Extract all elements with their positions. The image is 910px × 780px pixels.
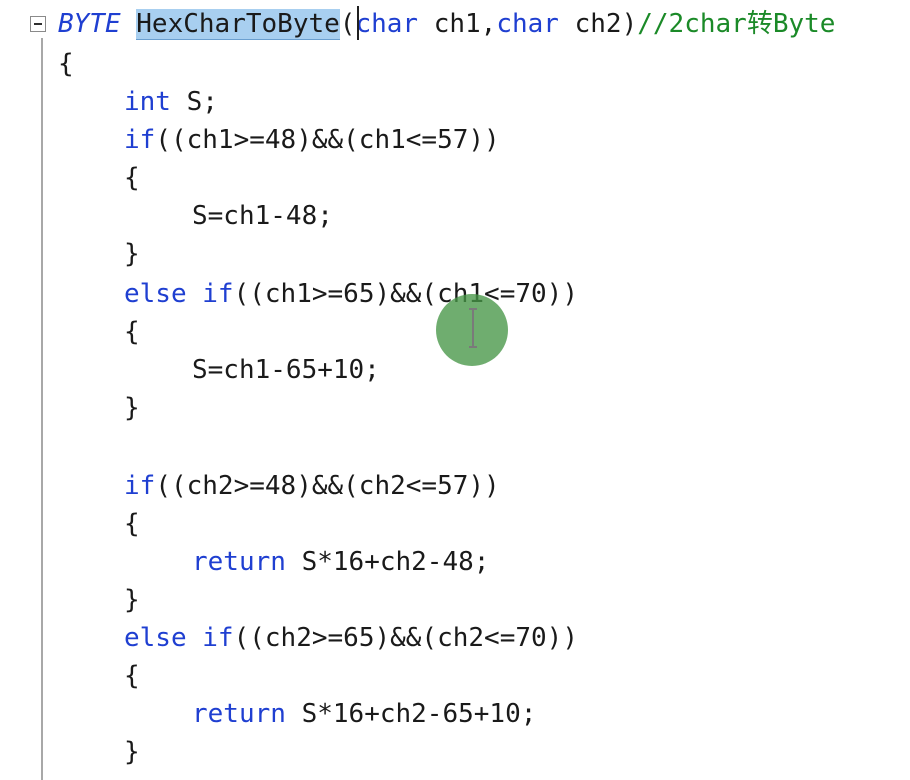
code-token: } bbox=[124, 393, 140, 423]
code-line[interactable]: } bbox=[124, 390, 140, 426]
code-token: S*16+ch2-48; bbox=[285, 547, 490, 577]
code-token: ch2) bbox=[558, 9, 638, 39]
keyword-token: char bbox=[355, 9, 419, 39]
text-caret bbox=[357, 6, 359, 40]
code-token: ch1, bbox=[418, 9, 497, 39]
code-line[interactable]: S=ch1-65+10; bbox=[192, 352, 380, 388]
code-token: ((ch2>=65)&&(ch2<=70)) bbox=[233, 623, 578, 653]
code-line[interactable]: } bbox=[124, 582, 140, 618]
code-line[interactable]: S=ch1-48; bbox=[192, 198, 333, 234]
code-line[interactable]: int S; bbox=[124, 84, 218, 120]
code-line[interactable]: if((ch1>=48)&&(ch1<=57)) bbox=[124, 122, 500, 158]
keyword-token: return bbox=[192, 547, 286, 577]
code-token: ((ch2>=48)&&(ch2<=57)) bbox=[155, 471, 500, 501]
code-token: S; bbox=[170, 87, 218, 117]
code-token: S=ch1-65+10; bbox=[192, 355, 380, 385]
keyword-token: return bbox=[192, 699, 286, 729]
code-line[interactable]: } bbox=[124, 236, 140, 272]
code-line[interactable]: { bbox=[124, 160, 140, 196]
keyword-token: if bbox=[124, 125, 156, 155]
code-token: S*16+ch2-65+10; bbox=[285, 699, 537, 729]
keyword-token: if bbox=[124, 471, 156, 501]
code-line[interactable]: BYTE HexCharToByte(char ch1,char ch2)//2… bbox=[58, 6, 835, 42]
code-token: { bbox=[58, 49, 74, 79]
keyword-token: if bbox=[202, 279, 234, 309]
code-token: { bbox=[124, 163, 140, 193]
code-token: ((ch1>=48)&&(ch1<=57)) bbox=[155, 125, 500, 155]
code-token: } bbox=[124, 737, 140, 767]
code-line[interactable]: { bbox=[124, 506, 140, 542]
keyword-token: else bbox=[124, 623, 187, 653]
code-editor[interactable]: BYTE HexCharToByte(char ch1,char ch2)//2… bbox=[0, 0, 910, 780]
keyword-token: else bbox=[124, 279, 187, 309]
code-token: S=ch1-48; bbox=[192, 201, 333, 231]
selected-identifier: HexCharToByte bbox=[136, 9, 340, 40]
code-line[interactable]: return S*16+ch2-65+10; bbox=[192, 696, 536, 732]
comment-token: //2char转Byte bbox=[637, 9, 836, 39]
code-token: } bbox=[124, 239, 140, 269]
code-token: ((ch1>=65)&&(ch1<=70)) bbox=[233, 279, 578, 309]
code-line[interactable]: { bbox=[58, 46, 74, 82]
code-token: { bbox=[124, 317, 140, 347]
code-line[interactable]: else if((ch2>=65)&&(ch2<=70)) bbox=[124, 620, 578, 656]
keyword-token: int bbox=[124, 87, 171, 117]
code-line[interactable]: return S*16+ch2-48; bbox=[192, 544, 489, 580]
code-line[interactable]: { bbox=[124, 658, 140, 694]
code-line[interactable]: { bbox=[124, 314, 140, 350]
code-line[interactable]: if((ch2>=48)&&(ch2<=57)) bbox=[124, 468, 500, 504]
code-token: } bbox=[124, 585, 140, 615]
collapse-minus-icon[interactable] bbox=[30, 16, 46, 32]
code-line[interactable]: } bbox=[124, 734, 140, 770]
fold-guide-line bbox=[41, 38, 43, 780]
keyword-token: char bbox=[496, 9, 559, 39]
code-token: { bbox=[124, 509, 140, 539]
code-line[interactable]: else if((ch1>=65)&&(ch1<=70)) bbox=[124, 276, 578, 312]
code-token: ( bbox=[339, 9, 356, 39]
keyword-token: BYTE bbox=[58, 9, 121, 39]
text-ibeam-cursor-icon bbox=[469, 308, 477, 348]
keyword-token: if bbox=[202, 623, 234, 653]
code-token: { bbox=[124, 661, 140, 691]
